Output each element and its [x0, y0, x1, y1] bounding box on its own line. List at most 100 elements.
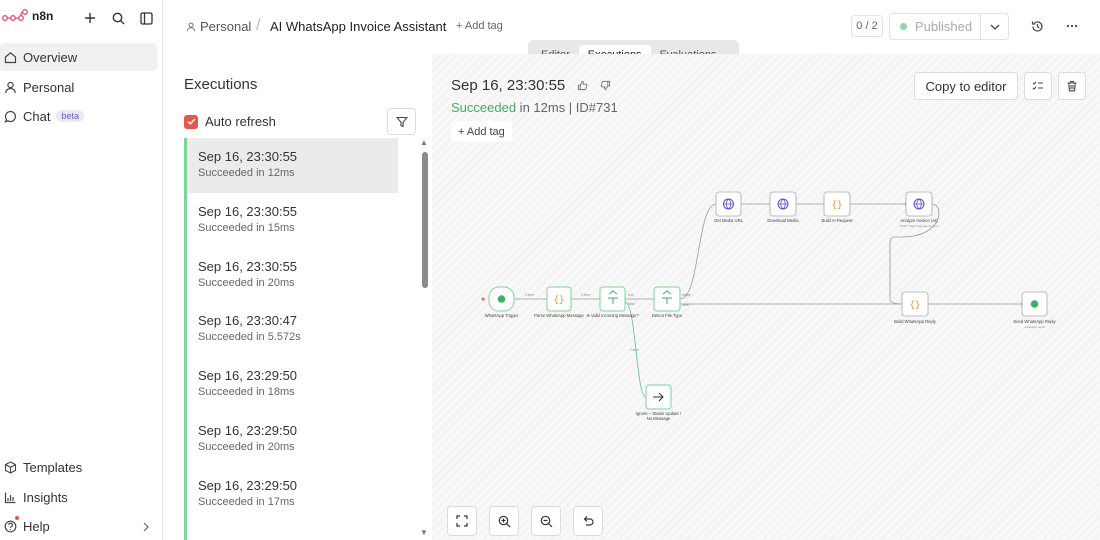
code-icon: {}: [832, 200, 843, 210]
node-label: Detect File Type: [652, 313, 683, 318]
sidebar-toggle-icon[interactable]: [137, 9, 155, 27]
execution-item[interactable]: Sep 16, 23:29:50 Succeeded in 20ms: [184, 411, 398, 467]
code-icon: {}: [910, 300, 921, 310]
sidebar: n8n Overview Personal Chat beta Template…: [0, 0, 163, 540]
node-analyze-invoice[interactable]: Analyze Invoice (AI) POST: https://api.o…: [900, 191, 939, 228]
node-ignore-status-update[interactable]: Ignore – Status Update / No Message: [636, 384, 682, 421]
workflow-canvas[interactable]: Sep 16, 23:30:55 Succeeded in 12ms | ID#…: [432, 54, 1100, 540]
plus-icon[interactable]: [81, 9, 99, 27]
code-icon: {}: [554, 295, 565, 305]
node-label: Download Media: [767, 218, 799, 223]
n8n-logo[interactable]: n8n: [2, 9, 53, 23]
reset-zoom-button[interactable]: [573, 506, 603, 536]
edge: [679, 203, 717, 300]
edge-label: true: [628, 293, 634, 297]
chat-icon: [3, 109, 17, 123]
sidebar-item-templates[interactable]: Templates: [0, 453, 157, 481]
filter-button[interactable]: [387, 108, 416, 135]
scroll-down-arrow[interactable]: ▼: [420, 528, 428, 537]
publish-button[interactable]: Published: [889, 13, 981, 40]
execution-item[interactable]: Sep 16, 23:29:50 Succeeded in 17ms: [184, 466, 398, 522]
execution-date: Sep 16, 23:30:47: [198, 313, 298, 329]
executions-panel: Executions Auto refresh Sep 16, 23:30:55…: [164, 54, 432, 540]
sidebar-item-label: Chat: [23, 108, 51, 124]
breadcrumb-project[interactable]: Personal: [186, 19, 251, 34]
history-icon[interactable]: [1028, 17, 1046, 35]
node-detect-file-type[interactable]: Detect File Type: [652, 286, 683, 318]
zoom-out-icon: [540, 515, 553, 528]
execution-item[interactable]: Sep 16, 23:30:47 Succeeded in 5.572s: [184, 302, 398, 358]
sidebar-item-label: Templates: [23, 459, 83, 475]
more-options-icon[interactable]: [1063, 17, 1081, 35]
sidebar-top-row: n8n: [0, 9, 163, 27]
executions-scrollbar[interactable]: ▲ ▼: [420, 138, 428, 538]
auto-refresh-checkbox[interactable]: [184, 114, 198, 129]
node-label: Is Valid Incoming Message?: [586, 313, 639, 318]
node-get-media-url[interactable]: Get Media URL: [714, 191, 744, 223]
chevron-right-icon: [142, 520, 150, 535]
sidebar-item-overview[interactable]: Overview: [0, 43, 157, 71]
node-label: Analyze Invoice (AI): [900, 218, 938, 223]
execution-item[interactable]: Sep 16, 23:30:55 Succeeded in 12ms: [184, 138, 398, 193]
execution-item[interactable]: Sep 16, 23:29:50 Succeeded in 18ms: [184, 357, 398, 412]
sidebar-item-label: Help: [23, 518, 50, 534]
execution-item[interactable]: Sep 16, 23:30:55 Succeeded in 20ms: [184, 247, 398, 303]
node-label: Get Media URL: [714, 218, 744, 223]
publish-label: Published: [915, 19, 973, 34]
edge-label: 1 item: [525, 293, 534, 297]
trigger-marker: ✱: [481, 297, 485, 303]
sidebar-item-help[interactable]: Help: [0, 512, 157, 540]
scroll-up-arrow[interactable]: ▲: [420, 138, 428, 147]
auto-refresh-toggle[interactable]: Auto refresh: [184, 114, 276, 129]
node-parse-whatsapp-message[interactable]: {} Parse WhatsApp Message: [534, 286, 584, 318]
whatsapp-icon: [497, 295, 506, 303]
node-sublabel: POST: https://api.openai.com: [900, 224, 939, 228]
execution-status: Succeeded in 17ms: [198, 495, 295, 508]
workflow-diagram: 1 item 1 item true false 1 item image ot…: [481, 191, 1056, 421]
node-build-whatsapp-reply[interactable]: {} Build WhatsApp Reply: [894, 291, 937, 324]
user-icon: [3, 80, 17, 94]
execution-date: Sep 16, 23:30:55: [198, 149, 298, 164]
execution-status: Succeeded in 12ms: [198, 167, 295, 179]
zoom-out-button[interactable]: [531, 506, 561, 536]
node-send-whatsapp-reply[interactable]: Send WhatsApp Reply message: send: [1013, 291, 1056, 329]
sidebar-item-personal[interactable]: Personal: [0, 73, 157, 101]
node-build-ai-request[interactable]: {} Build AI Request: [822, 191, 854, 223]
sidebar-item-label: Personal: [23, 79, 75, 95]
sidebar-item-chat[interactable]: Chat beta: [0, 102, 157, 130]
execution-date: Sep 16, 23:30:55: [198, 258, 298, 274]
sidebar-item-label: Insights: [23, 489, 68, 505]
publish-dropdown[interactable]: [980, 13, 1009, 40]
node-label: Parse WhatsApp Message: [534, 313, 584, 318]
filter-icon: [395, 116, 408, 128]
sidebar-item-label: Overview: [23, 49, 78, 65]
execution-status: Succeeded in 18ms: [198, 386, 295, 399]
fit-view-button[interactable]: [447, 506, 477, 536]
execution-date: Sep 16, 23:29:50: [198, 477, 298, 493]
edge-label: 1 item: [630, 348, 639, 352]
edge-label: image: [682, 293, 691, 297]
node-whatsapp-trigger[interactable]: WhatsApp Trigger: [485, 286, 519, 318]
execution-item-partial[interactable]: [184, 521, 398, 540]
version-counter: 0 / 2: [851, 15, 883, 37]
execution-date: Sep 16, 23:29:50: [198, 368, 298, 384]
sidebar-item-insights[interactable]: Insights: [0, 483, 157, 511]
execution-item[interactable]: Sep 16, 23:30:55 Succeeded in 15ms: [184, 192, 398, 248]
chart-icon: [3, 490, 17, 504]
logo-text: n8n: [32, 9, 54, 23]
execution-status: Succeeded in 20ms: [198, 276, 295, 289]
execution-date: Sep 16, 23:30:55: [198, 203, 298, 219]
node-label: No Message: [647, 416, 671, 421]
execution-status: Succeeded in 15ms: [198, 221, 295, 234]
node-download-media[interactable]: Download Media: [767, 191, 799, 223]
workflow-title[interactable]: AI WhatsApp Invoice Assistant: [270, 19, 446, 34]
undo-icon: [582, 515, 594, 527]
search-icon[interactable]: [109, 9, 127, 27]
node-label: WhatsApp Trigger: [485, 313, 519, 318]
executions-list: Sep 16, 23:30:55 Succeeded in 12ms Sep 1…: [184, 138, 398, 540]
add-tag-link[interactable]: + Add tag: [456, 20, 503, 32]
zoom-in-button[interactable]: [489, 506, 519, 536]
scroll-thumb[interactable]: [422, 152, 428, 288]
execution-status: Succeeded in 20ms: [198, 440, 295, 453]
edge-label: other: [682, 303, 690, 307]
